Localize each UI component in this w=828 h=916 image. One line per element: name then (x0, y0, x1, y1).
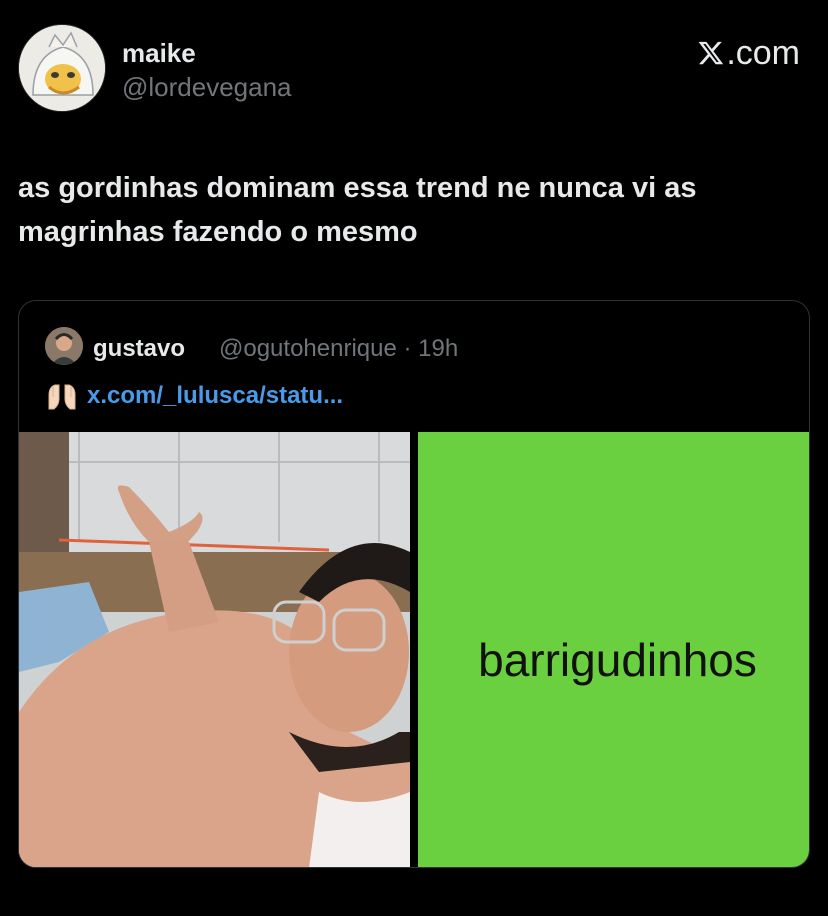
x-logo: .com (697, 34, 800, 73)
quoted-link[interactable]: x.com/_lulusca/statu... (87, 382, 343, 410)
caption-image-text: barrigudinhos (478, 634, 757, 686)
avatar[interactable] (18, 24, 106, 112)
caption-image[interactable]: barrigudinhos (418, 432, 809, 867)
quoted-post[interactable]: gustavo @ogutohenrique · 19h x.com/_lulu… (18, 300, 810, 868)
photo-image[interactable] (19, 432, 410, 867)
post-header: maike @lordevegana .com (18, 22, 810, 118)
quoted-avatar[interactable] (45, 327, 83, 365)
brand-suffix: .com (726, 34, 800, 72)
quoted-media[interactable]: barrigudinhos (19, 432, 809, 867)
quoted-author-name[interactable]: gustavo (93, 335, 185, 363)
quoted-text: x.com/_lulusca/statu... (45, 381, 343, 411)
x-icon (698, 41, 724, 65)
post-text: as gordinhas dominam essa trend ne nunca… (18, 172, 697, 248)
raised-hands-icon (45, 381, 79, 411)
author-name[interactable]: maike (122, 38, 196, 69)
author-handle[interactable]: @lordevegana (122, 72, 292, 103)
quoted-meta: @ogutohenrique · 19h (219, 335, 459, 362)
